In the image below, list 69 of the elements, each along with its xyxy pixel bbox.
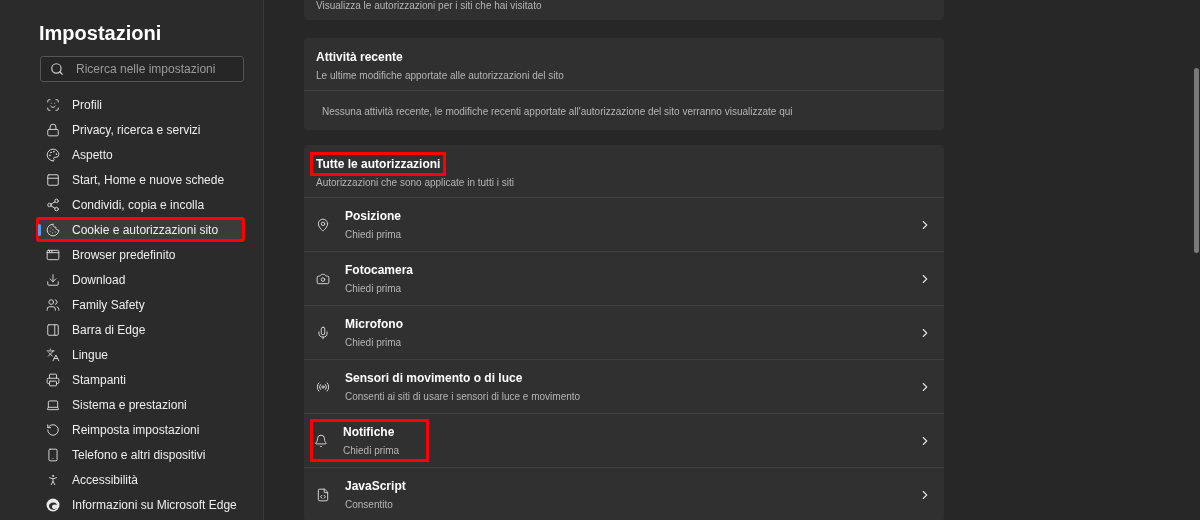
permission-row[interactable]: Sensori di movimento o di luce Consenti ai siti di usare i sensori di luce e movimento <box>304 360 944 414</box>
sidebar-item[interactable]: Cookie e autorizzazioni sito <box>36 217 245 242</box>
sidebar-item[interactable]: Lingue <box>36 342 245 367</box>
location-pin-icon <box>316 217 330 232</box>
permission-row[interactable]: JavaScript Consentito <box>304 468 944 520</box>
sidebar-item[interactable]: Privacy, ricerca e servizi <box>36 117 245 142</box>
settings-title: Impostazioni <box>39 22 163 45</box>
lock-icon <box>46 122 60 137</box>
sidebar-item[interactable]: Condividi, copia e incolla <box>36 192 245 217</box>
permission-title: Notifiche <box>343 425 396 439</box>
permission-status: Chiedi prima <box>345 229 402 240</box>
permission-title: Posizione <box>345 209 402 223</box>
cookie-icon <box>46 222 60 237</box>
sidebar-item[interactable]: Sistema e prestazioni <box>36 392 245 417</box>
sidebar-item[interactable]: Telefono e altri dispositivi <box>36 442 245 467</box>
sensor-icon <box>316 379 330 394</box>
permission-status: Consenti ai siti di usare i sensori di luce e movimento <box>345 391 581 402</box>
permission-status: Consentito <box>345 499 394 510</box>
accessibility-icon <box>46 472 60 487</box>
profile-icon <box>46 97 60 112</box>
permission-status: Chiedi prima <box>343 445 400 456</box>
sidebar-item[interactable]: Informazioni su Microsoft Edge <box>36 492 245 517</box>
permission-title: Fotocamera <box>345 263 414 277</box>
card-subtitle: Visualizza le autorizzazioni per i siti che hai visitato <box>316 0 543 11</box>
sidebar-item[interactable]: Browser predefinito <box>36 242 245 267</box>
permission-title: JavaScript <box>345 479 406 493</box>
language-icon <box>46 347 60 362</box>
phone-icon <box>46 447 60 462</box>
laptop-icon <box>46 397 60 412</box>
sidebar-item[interactable]: Stampanti <box>36 367 245 392</box>
selection-indicator <box>38 224 41 236</box>
printer-icon <box>46 372 60 387</box>
section-title: Attività recente <box>316 50 403 64</box>
camera-icon <box>316 271 330 286</box>
scrollbar[interactable] <box>1194 68 1199 253</box>
sidebar-item[interactable]: Profili <box>36 92 245 117</box>
sidebar-item[interactable]: Download <box>36 267 245 292</box>
window-icon <box>46 172 60 187</box>
sidebar-item[interactable]: Barra di Edge <box>36 317 245 342</box>
sidebar-item[interactable]: Family Safety <box>36 292 245 317</box>
code-file-icon <box>316 487 330 502</box>
permission-row[interactable]: Microfono Chiedi prima <box>304 306 944 360</box>
sidebar-item[interactable]: Aspetto <box>36 142 245 167</box>
permission-title: Microfono <box>345 317 403 331</box>
permission-row[interactable]: Posizione Chiedi prima <box>304 198 944 252</box>
browser-logo-icon <box>46 497 60 512</box>
share-icon <box>46 197 60 212</box>
section-subtitle: Autorizzazioni che sono applicate in tutti i siti <box>316 177 514 188</box>
download-icon <box>46 272 60 287</box>
browser-window-icon <box>46 247 60 262</box>
permission-title: Sensori di movimento o di luce <box>345 371 524 385</box>
sidebar-icon <box>46 322 60 337</box>
sidebar-item[interactable]: Start, Home e nuove schede <box>36 167 245 192</box>
permission-row[interactable]: Notifiche Chiedi prima <box>304 414 944 468</box>
microphone-icon <box>316 325 330 340</box>
section-title: Tutte le autorizzazioni <box>310 152 447 176</box>
bell-icon <box>314 433 328 448</box>
permission-row[interactable]: Fotocamera Chiedi prima <box>304 252 944 306</box>
permission-status: Chiedi prima <box>345 283 403 294</box>
people-icon <box>46 297 60 312</box>
permission-status: Chiedi prima <box>345 337 403 348</box>
reset-icon <box>46 422 60 437</box>
section-subtitle: Le ultime modifiche apportate alle autorizzazioni del sito <box>316 70 564 81</box>
search-field[interactable]: Ricerca nelle impostazioni <box>40 56 244 82</box>
sidebar-item[interactable]: Reimposta impostazioni <box>36 417 245 442</box>
sidebar-item[interactable]: Accessibilità <box>36 467 245 492</box>
empty-message: Nessuna attività recente, le modifiche recenti apportate all'autorizzazione del sito verranno visualizzate qui <box>321 105 794 119</box>
palette-icon <box>46 147 60 162</box>
search-icon <box>50 62 64 76</box>
